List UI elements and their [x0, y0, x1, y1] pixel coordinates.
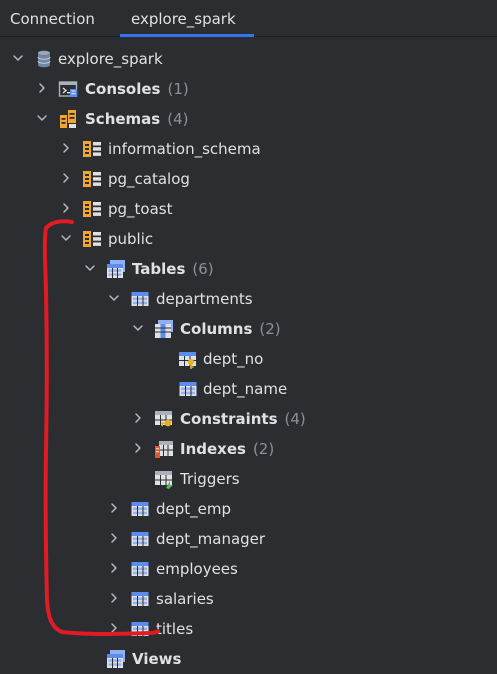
schema-icon: [82, 229, 102, 249]
columns-icon: [154, 319, 174, 339]
node-count: (1): [167, 80, 189, 98]
node-label: departments: [156, 290, 253, 308]
tree-node-constraints[interactable]: Constraints (4): [0, 404, 497, 434]
chevron-right-icon[interactable]: [131, 441, 145, 455]
node-label: explore_spark: [58, 50, 163, 68]
tree-node-dept-manager[interactable]: dept_manager: [0, 524, 497, 554]
column-icon: [178, 379, 198, 399]
chevron-right-icon[interactable]: [107, 591, 121, 605]
tree-node-titles[interactable]: titles: [0, 614, 497, 644]
chevron-right-icon[interactable]: [107, 501, 121, 515]
table-icon: [130, 529, 150, 549]
chevron-right-icon[interactable]: [59, 171, 73, 185]
chevron-down-icon[interactable]: [35, 111, 49, 125]
schema-icon: [82, 199, 102, 219]
tree-node-pg-catalog[interactable]: pg_catalog: [0, 164, 497, 194]
tree-node-triggers[interactable]: Triggers: [0, 464, 497, 494]
node-label: dept_no: [203, 350, 264, 368]
node-label: pg_catalog: [108, 170, 190, 188]
node-label: Schemas (4): [85, 110, 189, 128]
node-label: employees: [156, 560, 238, 578]
node-label: Consoles (1): [85, 80, 189, 98]
tree-node-departments[interactable]: departments: [0, 284, 497, 314]
tree-node-public[interactable]: public: [0, 224, 497, 254]
chevron-down-icon[interactable]: [11, 51, 25, 65]
tab-connection[interactable]: Connection: [0, 0, 105, 36]
chevron-right-icon[interactable]: [35, 81, 49, 95]
key-column-icon: [178, 349, 198, 369]
node-label: titles: [156, 620, 194, 638]
node-label: Indexes (2): [180, 440, 275, 458]
tree-node-indexes[interactable]: Indexes (2): [0, 434, 497, 464]
editor-tab-bar: Connection explore_spark: [0, 0, 497, 37]
schema-icon: [82, 139, 102, 159]
chevron-right-icon[interactable]: [107, 531, 121, 545]
node-label: dept_name: [203, 380, 288, 398]
triggers-icon: [154, 469, 174, 489]
tree-node-columns[interactable]: Columns (2): [0, 314, 497, 344]
node-label: dept_manager: [156, 530, 266, 548]
node-label: dept_emp: [156, 500, 232, 518]
schemas-icon: [58, 109, 78, 129]
node-label: pg_toast: [108, 200, 173, 218]
node-label: Triggers: [180, 470, 240, 488]
console-icon: [58, 79, 78, 99]
database-icon: [34, 49, 54, 69]
tab-explore-spark[interactable]: explore_spark: [120, 0, 254, 37]
node-count: (2): [252, 440, 275, 458]
chevron-down-icon[interactable]: [131, 321, 145, 335]
node-label: Columns (2): [180, 320, 281, 338]
chevron-down-icon[interactable]: [59, 231, 73, 245]
node-label: information_schema: [108, 140, 261, 158]
table-icon: [130, 499, 150, 519]
tree-node-explore-spark[interactable]: explore_spark: [0, 44, 497, 74]
tree-node-pg-toast[interactable]: pg_toast: [0, 194, 497, 224]
schema-icon: [82, 169, 102, 189]
node-label: Tables (6): [132, 260, 214, 278]
constraints-icon: [154, 409, 174, 429]
node-label: Views: [132, 650, 182, 668]
node-label: public: [108, 230, 154, 248]
node-count: (6): [192, 260, 214, 278]
chevron-right-icon[interactable]: [59, 201, 73, 215]
chevron-down-icon[interactable]: [107, 291, 121, 305]
node-count: (2): [259, 320, 281, 338]
chevron-right-icon[interactable]: [131, 411, 145, 425]
indexes-icon: [154, 439, 174, 459]
node-count: (4): [167, 110, 189, 128]
node-label: salaries: [156, 590, 214, 608]
tree-node-employees[interactable]: employees: [0, 554, 497, 584]
table-icon: [130, 589, 150, 609]
table-icon: [130, 289, 150, 309]
tree-node-consoles[interactable]: Consoles (1): [0, 74, 497, 104]
tree-node-dept-no[interactable]: dept_no: [0, 344, 497, 374]
node-count: (4): [284, 410, 306, 428]
chevron-right-icon[interactable]: [107, 621, 121, 635]
tree-node-salaries[interactable]: salaries: [0, 584, 497, 614]
tree-node-dept-name[interactable]: dept_name: [0, 374, 497, 404]
chevron-down-icon[interactable]: [83, 261, 97, 275]
tree-node-schemas[interactable]: Schemas (4): [0, 104, 497, 134]
table-icon: [130, 559, 150, 579]
tree-node-tables[interactable]: Tables (6): [0, 254, 497, 284]
tree-node-views[interactable]: Views: [0, 644, 497, 674]
chevron-right-icon[interactable]: [59, 141, 73, 155]
tree-node-dept-emp[interactable]: dept_emp: [0, 494, 497, 524]
tables-icon: [106, 259, 126, 279]
chevron-right-icon[interactable]: [107, 561, 121, 575]
views-icon: [106, 649, 126, 669]
table-icon: [130, 619, 150, 639]
node-label: Constraints (4): [180, 410, 306, 428]
tree-node-information-schema[interactable]: information_schema: [0, 134, 497, 164]
